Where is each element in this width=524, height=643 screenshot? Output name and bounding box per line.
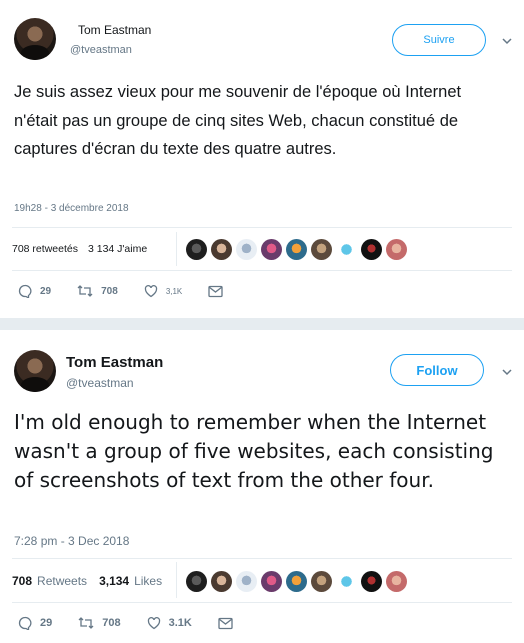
liker-avatars [186, 239, 411, 260]
liker-avatars [186, 571, 411, 592]
retweet-button[interactable]: 708 [77, 284, 118, 298]
like-icon [144, 285, 157, 298]
action-bar: 29 708 3,1K [18, 284, 257, 298]
engagement-stats: 708 Retweets 3,134 Likes [12, 566, 162, 596]
message-icon [218, 617, 233, 629]
likes-number[interactable]: 3,134 [99, 574, 129, 588]
retweet-icon [77, 285, 93, 297]
avatar-5[interactable] [286, 571, 307, 592]
avatar-3[interactable] [236, 571, 257, 592]
retweets-count[interactable]: 708 retweetés [12, 243, 78, 255]
tweet-text: I'm old enough to remember when the Inte… [14, 410, 494, 492]
avatar-7[interactable] [336, 571, 357, 592]
avatar-9[interactable] [386, 239, 407, 260]
message-button[interactable] [208, 285, 231, 298]
reply-icon [18, 284, 32, 298]
message-button[interactable] [218, 617, 241, 630]
separator [0, 318, 524, 330]
tweet-text: Je suis assez vieux pour me souvenir de … [14, 83, 462, 158]
like-icon [147, 617, 160, 630]
author-handle[interactable]: @tveastman [66, 376, 134, 390]
likes-label[interactable]: Likes [134, 574, 162, 588]
follow-button[interactable]: Follow [390, 354, 484, 386]
author-handle[interactable]: @tveastman [70, 44, 132, 56]
reply-count: 29 [40, 617, 53, 629]
reply-button[interactable]: 29 [18, 616, 52, 630]
avatar-7[interactable] [336, 239, 357, 260]
chevron-down-icon[interactable] [500, 365, 514, 379]
avatar-9[interactable] [386, 571, 407, 592]
retweets-number[interactable]: 708 [12, 574, 32, 588]
avatar-3[interactable] [236, 239, 257, 260]
action-bar: 29 708 3.1K [18, 616, 267, 630]
likes-count[interactable]: 3 134 J'aime [88, 243, 147, 255]
like-count: 3,1K [165, 286, 183, 296]
retweet-button[interactable]: 708 [78, 616, 121, 630]
author-name[interactable]: Tom Eastman [78, 23, 151, 37]
divider [12, 602, 512, 603]
retweets-label[interactable]: Retweets [37, 574, 87, 588]
reply-button[interactable]: 29 [18, 284, 51, 298]
avatar-2[interactable] [211, 571, 232, 592]
avatar-4[interactable] [261, 571, 282, 592]
follow-button[interactable]: Suivre [392, 24, 486, 56]
divider [12, 270, 512, 271]
retweet-count: 708 [102, 617, 121, 629]
avatar-1[interactable] [186, 571, 207, 592]
like-button[interactable]: 3.1K [147, 616, 192, 630]
like-button[interactable]: 3,1K [144, 284, 182, 298]
tweet-english: Tom Eastman @tveastman Follow I'm old en… [0, 330, 524, 643]
avatar-6[interactable] [311, 239, 332, 260]
avatar-8[interactable] [361, 239, 382, 260]
avatar[interactable] [14, 350, 56, 392]
avatar-1[interactable] [186, 239, 207, 260]
divider [12, 558, 512, 559]
avatar[interactable] [14, 18, 56, 60]
retweet-count: 708 [101, 285, 118, 297]
timestamp[interactable]: 7:28 pm - 3 Dec 2018 [14, 534, 129, 548]
divider [12, 227, 512, 228]
tweet-french: Tom Eastman @tveastman Suivre Je suis as… [0, 0, 524, 318]
chevron-down-icon[interactable] [500, 34, 514, 48]
like-count: 3.1K [168, 617, 192, 629]
avatar-6[interactable] [311, 571, 332, 592]
divider [176, 562, 177, 598]
avatar-2[interactable] [211, 239, 232, 260]
avatar-4[interactable] [261, 239, 282, 260]
reply-icon [18, 616, 32, 630]
engagement-stats: 708 retweetés 3 134 J'aime [12, 234, 147, 264]
avatar-8[interactable] [361, 571, 382, 592]
timestamp[interactable]: 19h28 - 3 décembre 2018 [14, 203, 129, 214]
avatar-5[interactable] [286, 239, 307, 260]
reply-count: 29 [40, 285, 52, 297]
author-name[interactable]: Tom Eastman [66, 354, 163, 371]
divider [176, 232, 177, 266]
message-icon [208, 285, 223, 297]
retweet-icon [78, 617, 94, 629]
